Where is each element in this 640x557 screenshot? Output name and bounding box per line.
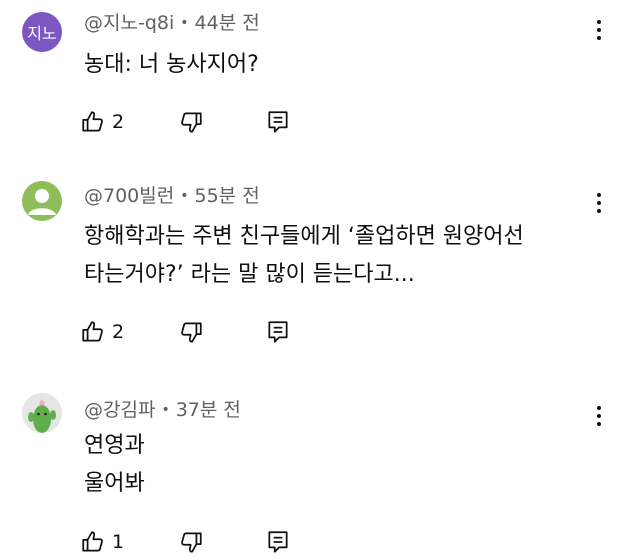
avatar[interactable] [22,181,62,221]
like-button[interactable]: 2 [80,107,124,137]
thumbs-down-icon [181,532,202,553]
reply-button[interactable] [265,527,291,557]
comment-author[interactable]: @700빌런 [84,185,174,207]
thumbs-up-icon [82,531,103,552]
separator: • [161,402,170,418]
more-vert-icon[interactable] [592,190,606,216]
reply-icon [268,111,288,133]
comment-header: @강김파 • 37분 전 [84,397,241,423]
comment-header: @700빌런 • 55분 전 [84,183,260,209]
comment-text: 연영과 울어봐 [84,427,145,503]
dislike-button[interactable] [178,317,204,347]
dislike-button[interactable] [178,107,204,137]
thumbs-up-icon [82,111,103,132]
comment-author[interactable]: @지노-q8i [84,12,174,34]
like-count: 2 [112,321,125,343]
thumbs-down-icon [181,322,202,343]
more-vert-icon[interactable] [592,17,606,43]
reply-icon [268,531,288,553]
reply-button[interactable] [265,317,291,347]
like-count: 1 [112,531,125,553]
like-count: 2 [112,111,125,133]
like-button[interactable]: 2 [80,317,124,347]
default-avatar-icon [28,189,56,215]
avatar-initials: 지노 [27,24,57,43]
comment-line: 타는거야?’ 라는 말 많이 듣는다고... [84,262,415,287]
comment-line: 항해학과는 주변 친구들에게 ‘졸업하면 원양어선 [84,224,524,249]
comment-line: 울어봐 [84,471,145,496]
comment-text: 항해학과는 주변 친구들에게 ‘졸업하면 원양어선 타는거야?’ 라는 말 많이… [84,218,524,294]
comment-line: 연영과 [84,433,145,458]
comment-time[interactable]: 44분 전 [195,12,260,34]
thumbs-down-icon [181,112,202,133]
comment-time[interactable]: 55분 전 [195,185,260,207]
cactus-avatar-icon [22,393,62,433]
more-vert-icon[interactable] [592,403,606,429]
comment-text: 농대: 너 농사지어? [84,46,259,84]
comment-line: 농대: 너 농사지어? [84,52,259,77]
separator: • [180,15,189,31]
reply-button[interactable] [265,107,291,137]
thumbs-up-icon [82,321,103,342]
like-button[interactable]: 1 [80,527,124,557]
comment-header: @지노-q8i • 44분 전 [84,10,260,36]
dislike-button[interactable] [178,527,204,557]
reply-icon [268,321,288,343]
avatar[interactable] [22,393,62,433]
comment-author[interactable]: @강김파 [84,399,155,421]
comment-time[interactable]: 37분 전 [176,399,241,421]
separator: • [180,188,189,204]
avatar[interactable]: 지노 [22,12,62,52]
